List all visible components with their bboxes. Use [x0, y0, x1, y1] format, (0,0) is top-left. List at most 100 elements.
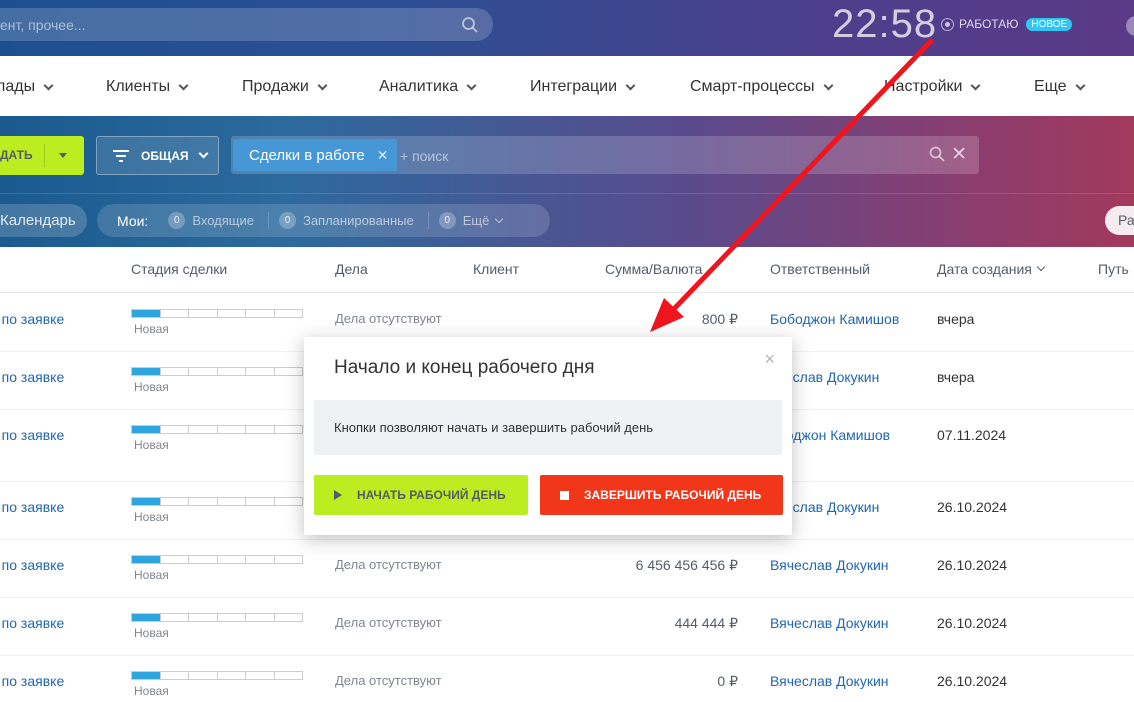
created-date: 26.10.2024 [937, 557, 1008, 573]
stage-bar[interactable] [131, 671, 303, 680]
global-search[interactable]: ент, прочее... [0, 8, 493, 41]
stage-bar[interactable] [131, 497, 303, 506]
chevron-down-icon [1075, 80, 1086, 90]
search-input[interactable]: ент, прочее... [0, 17, 86, 33]
stage-progress[interactable]: Новая [131, 309, 303, 336]
stage-bar[interactable] [131, 367, 303, 376]
chevron-down-icon [823, 80, 833, 90]
clock[interactable]: 22:58 [832, 2, 937, 47]
chevron-down-icon [43, 80, 54, 90]
counter-value: 0 [278, 212, 296, 229]
column-header-sum[interactable]: Сумма/Валюта [605, 261, 702, 277]
activities-cell: Дела отсутствуют [335, 557, 442, 572]
clear-icon[interactable]: ✕ [951, 143, 967, 166]
column-header-responsible[interactable]: Ответственный [770, 261, 870, 277]
menu-item-clients[interactable]: Клиенты [106, 78, 189, 96]
chip-remove-icon[interactable]: ✕ [377, 147, 389, 164]
counter-label: Входящие [192, 213, 254, 228]
filter-search-box[interactable]: Сделки в работе ✕ + поиск ✕ [231, 136, 979, 174]
counter-more[interactable]: 0 Ещё [427, 212, 517, 229]
table-row[interactable]: 8 по заявке Новая Дела отсутствуют 444 444 … [0, 598, 1134, 656]
popup-message: Кнопки позволяют начать и завершить рабо… [314, 400, 782, 455]
created-date: вчера [937, 369, 975, 385]
deal-title-link[interactable]: 7 по заявке [0, 673, 64, 689]
calendar-button[interactable]: Календарь [0, 204, 87, 237]
menu-item-analytics[interactable]: Аналитика [379, 78, 477, 96]
menu-item-integrations[interactable]: Интеграции [530, 78, 636, 96]
responsible-link[interactable]: Вячеслав Докукин [770, 673, 889, 689]
deal-title-link[interactable]: 5 по заявке [0, 311, 64, 327]
created-date: 26.10.2024 [937, 673, 1008, 689]
stage-progress[interactable]: Новая [131, 367, 303, 394]
toolbar-band: ДАТЬ ОБЩАЯ Сделки в работе ✕ + поиск ✕ К… [0, 116, 1134, 247]
dropdown-arrow-icon[interactable] [59, 153, 67, 158]
stage-progress[interactable]: Новая [131, 613, 303, 640]
counter-label: Запланированные [302, 213, 414, 228]
avatar[interactable] [1126, 16, 1134, 36]
stage-bar[interactable] [131, 613, 303, 622]
menu-item-more[interactable]: Еще [1034, 78, 1086, 96]
created-date: вчера [937, 311, 975, 327]
counter-planned[interactable]: 0 Запланированные [267, 212, 428, 229]
stage-bar[interactable] [131, 309, 303, 318]
grid-header: Стадия сделки Дела Клиент Сумма/Валюта О… [0, 247, 1134, 293]
filter-chip[interactable]: Сделки в работе ✕ [233, 139, 397, 171]
play-icon [334, 490, 342, 500]
table-row[interactable]: 7 по заявке Новая Дела отсутствуют 0 ₽ Вячес… [0, 656, 1134, 702]
create-button[interactable]: ДАТЬ [0, 136, 84, 175]
stage-bar[interactable] [131, 425, 303, 434]
popup-text: Кнопки позволяют начать и завершить рабо… [334, 420, 654, 435]
column-header-created[interactable]: Дата создания [937, 261, 1046, 277]
stage-label: Новая [134, 684, 169, 698]
chevron-down-icon [199, 148, 209, 159]
search-icon[interactable] [929, 146, 945, 162]
close-icon[interactable]: × [764, 349, 775, 370]
column-header-activities[interactable]: Дела [335, 261, 368, 277]
workday-popup: Начало и конец рабочего дня × Кнопки поз… [304, 337, 792, 535]
stage-progress[interactable]: Новая [131, 671, 303, 698]
column-header-stage[interactable]: Стадия сделки [131, 261, 227, 277]
deal-title-link[interactable]: 5 по заявке [0, 427, 64, 443]
chevron-down-icon [317, 80, 328, 90]
responsible-link[interactable]: Вячеслав Докукин [770, 615, 889, 631]
status-badge: НОВОЕ [1026, 17, 1073, 31]
popup-title: Начало и конец рабочего дня [334, 357, 595, 378]
search-icon[interactable] [461, 16, 479, 34]
end-workday-button[interactable]: ЗАВЕРШИТЬ РАБОЧИЙ ДЕНЬ [540, 475, 783, 515]
stage-progress[interactable]: Новая [131, 497, 303, 524]
counter-value: 0 [438, 212, 456, 229]
stage-progress[interactable]: Новая [131, 555, 303, 582]
column-header-client[interactable]: Клиент [473, 261, 519, 277]
stage-bar[interactable] [131, 555, 303, 564]
table-row[interactable]: 9 по заявке Новая Дела отсутствуют 6 456 45… [0, 540, 1134, 598]
responsible-link[interactable]: Бободжон Камишов [770, 311, 899, 327]
my-counters: Мои: 0 Входящие 0 Запланированные 0 Ещё [97, 204, 550, 237]
created-date: 07.11.2024 [937, 427, 1007, 443]
deal-title-link[interactable]: 4 по заявке [0, 369, 64, 385]
stage-progress[interactable]: Новая [131, 425, 303, 452]
deal-title-link[interactable]: 0 по заявке [0, 499, 64, 515]
menu-item-sales[interactable]: Продажи [242, 78, 328, 96]
menu-item-warehouse[interactable]: лады [0, 78, 54, 96]
deal-title-link[interactable]: 9 по заявке [0, 557, 64, 573]
responsible-link[interactable]: Вячеслав Докукин [770, 557, 889, 573]
column-header-path[interactable]: Путь [1098, 261, 1129, 277]
sum-cell: 800 ₽ [701, 311, 738, 327]
filter-search-input[interactable]: + поиск [400, 148, 448, 164]
right-pill-button[interactable]: Ра [1105, 206, 1134, 235]
menu-item-smart-processes[interactable]: Смарт-процессы [690, 78, 833, 96]
status-indicator-icon [941, 17, 954, 31]
sum-cell: 444 444 ₽ [674, 615, 738, 631]
chevron-down-icon [178, 80, 189, 90]
menu-item-settings[interactable]: Настройки [884, 78, 981, 96]
counter-incoming[interactable]: 0 Входящие [168, 212, 268, 229]
activities-cell: Дела отсутствуют [335, 311, 442, 326]
work-status[interactable]: РАБОТАЮ НОВОЕ [941, 17, 1073, 31]
start-workday-button[interactable]: НАЧАТЬ РАБОЧИЙ ДЕНЬ [314, 475, 528, 515]
stage-label: Новая [134, 380, 169, 394]
deal-title-link[interactable]: 8 по заявке [0, 615, 64, 631]
stage-label: Новая [134, 510, 169, 524]
preset-filter-button[interactable]: ОБЩАЯ [96, 136, 219, 175]
top-header: ент, прочее... 22:58 РАБОТАЮ НОВОЕ [0, 0, 1134, 56]
chevron-down-icon [495, 214, 504, 224]
